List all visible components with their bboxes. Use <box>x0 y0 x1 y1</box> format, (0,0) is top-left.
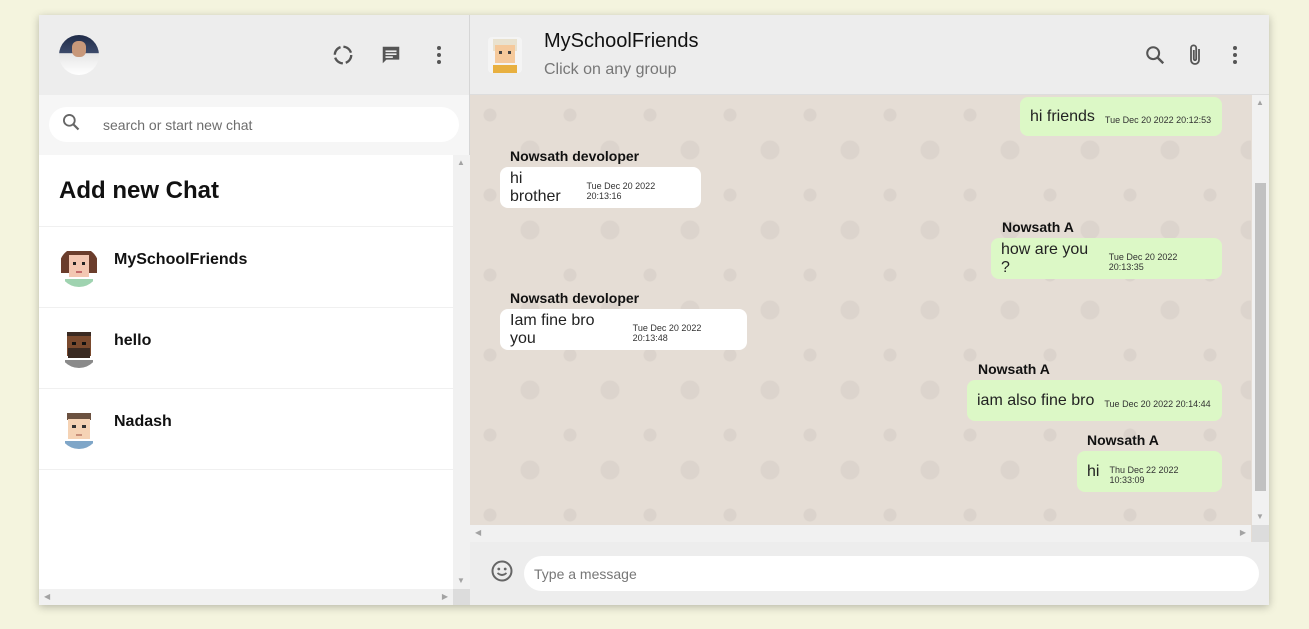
message-text: hi friends <box>1030 107 1095 125</box>
outgoing-message: hi Thu Dec 22 2022 10:33:09 <box>1077 451 1222 492</box>
chat-list-item[interactable]: MySchoolFriends <box>39 227 453 308</box>
status-icon[interactable] <box>331 43 355 67</box>
message-timestamp: Tue Dec 20 2022 20:13:35 <box>1108 251 1178 272</box>
outgoing-message: how are you ? Tue Dec 20 2022 20:13:35 <box>991 238 1222 279</box>
search-input[interactable] <box>103 116 403 133</box>
message-timestamp: Tue Dec 20 2022 20:13:48 <box>632 322 702 343</box>
scrollbar-corner <box>453 589 470 605</box>
chat-list-item[interactable]: hello <box>39 308 453 389</box>
scrollbar-thumb[interactable] <box>1255 183 1266 491</box>
scroll-left-arrow-icon[interactable]: ◀ <box>44 593 50 601</box>
message-sender: Nowsath A <box>978 361 1050 377</box>
scroll-up-arrow-icon[interactable]: ▲ <box>1256 99 1264 107</box>
message-timestamp: Tue Dec 20 2022 20:14:44 <box>1104 398 1211 409</box>
message-timestamp: Thu Dec 22 2022 10:33:09 <box>1109 464 1179 485</box>
message-composer <box>470 542 1269 605</box>
search-icon <box>61 112 81 137</box>
scroll-up-arrow-icon[interactable]: ▲ <box>457 159 465 167</box>
message-timestamp: Tue Dec 20 2022 20:13:16 <box>586 180 656 201</box>
scroll-left-arrow-icon[interactable]: ◀ <box>475 529 481 537</box>
scroll-right-arrow-icon[interactable]: ▶ <box>1240 529 1246 537</box>
female-pixel-avatar <box>59 247 99 287</box>
search-icon[interactable] <box>1143 43 1167 67</box>
message-sender: Nowsath devoloper <box>510 290 640 306</box>
outgoing-message: hi friends Tue Dec 20 2022 20:12:53 <box>1020 97 1222 136</box>
chat-header: MySchoolFriends Click on any group <box>470 15 1269 95</box>
chat-panel: MySchoolFriends Click on any group hi fr… <box>470 15 1269 605</box>
chat-title: MySchoolFriends <box>544 30 699 52</box>
message-sender: Nowsath A <box>1087 432 1159 448</box>
chat-app-window: Add new Chat MySchoolFriends <box>39 15 1269 605</box>
messages-horizontal-scrollbar[interactable]: ◀ ▶ <box>470 525 1251 542</box>
scrollbar-corner <box>1252 525 1269 542</box>
chat-list-item[interactable]: Nadash <box>39 389 453 470</box>
message-text: iam also fine bro <box>977 391 1095 409</box>
chat-header-info: MySchoolFriends Click on any group <box>544 30 699 79</box>
messages-vertical-scrollbar[interactable]: ▲ ▼ <box>1252 95 1269 525</box>
message-sender: Nowsath A <box>1002 219 1074 235</box>
outgoing-message: iam also fine bro Tue Dec 20 2022 20:14:… <box>967 380 1222 421</box>
search-bar <box>39 95 469 155</box>
scroll-down-arrow-icon[interactable]: ▼ <box>1256 513 1264 521</box>
sidebar: Add new Chat MySchoolFriends <box>39 15 470 605</box>
search-box <box>49 107 459 142</box>
add-new-chat[interactable]: Add new Chat <box>39 155 453 227</box>
chat-subtitle: Click on any group <box>544 61 677 78</box>
bearded-pixel-avatar <box>59 328 99 368</box>
sidebar-header-icons <box>331 43 451 67</box>
new-chat-icon[interactable] <box>379 43 403 67</box>
male-pixel-avatar <box>59 409 99 449</box>
chat-list-horizontal-scrollbar[interactable]: ◀ ▶ <box>39 589 453 605</box>
scroll-right-arrow-icon[interactable]: ▶ <box>442 593 448 601</box>
incoming-message: Iam fine bro you Tue Dec 20 2022 20:13:4… <box>500 309 747 350</box>
chat-list: Add new Chat MySchoolFriends hello Nadas… <box>39 155 453 589</box>
add-new-chat-label: Add new Chat <box>59 177 219 204</box>
scroll-down-arrow-icon[interactable]: ▼ <box>457 577 465 585</box>
chat-name: MySchoolFriends <box>114 251 248 268</box>
message-text: hi <box>1087 462 1100 480</box>
attach-icon[interactable] <box>1183 43 1207 67</box>
chat-list-vertical-scrollbar[interactable]: ▲ ▼ <box>453 155 470 589</box>
message-text: Iam fine bro you <box>510 311 595 347</box>
user-avatar[interactable] <box>59 35 99 75</box>
message-text: hi brother <box>510 169 561 205</box>
incoming-message: hi brother Tue Dec 20 2022 20:13:16 <box>500 167 701 208</box>
emoji-icon[interactable] <box>490 559 514 588</box>
more-options-icon[interactable] <box>427 43 451 67</box>
sidebar-header <box>39 15 469 95</box>
group-avatar[interactable] <box>488 36 522 73</box>
more-options-icon[interactable] <box>1223 43 1247 67</box>
chat-name: hello <box>114 332 152 349</box>
message-list: hi friends Tue Dec 20 2022 20:12:53 Nows… <box>470 95 1251 525</box>
message-timestamp: Tue Dec 20 2022 20:12:53 <box>1104 114 1212 125</box>
chat-header-icons <box>1143 43 1247 67</box>
message-input[interactable] <box>524 556 1259 591</box>
message-text: how are you ? <box>1001 240 1089 276</box>
message-sender: Nowsath devoloper <box>510 148 640 164</box>
chat-name: Nadash <box>114 413 172 430</box>
